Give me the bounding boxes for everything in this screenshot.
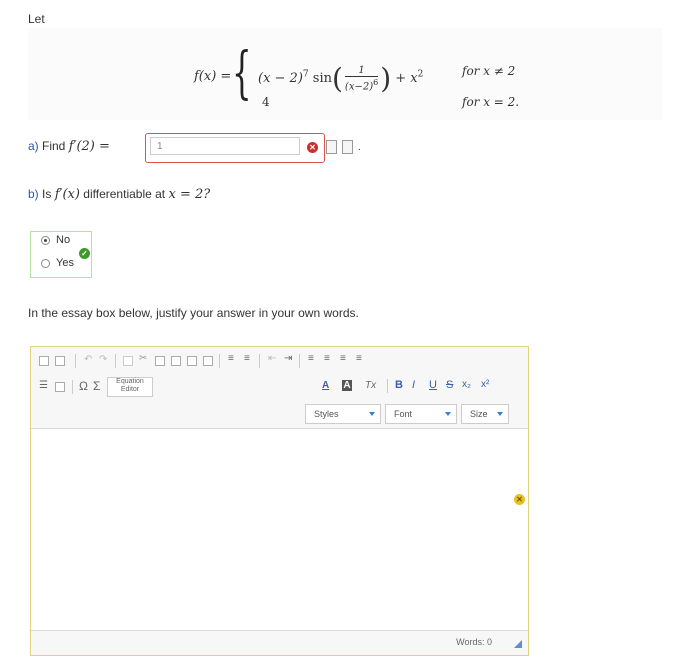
question-b-expression-2: x = 2? xyxy=(168,187,211,202)
intro-text: Let xyxy=(28,12,45,26)
case1-tail-exponent: 2 xyxy=(417,69,424,80)
special-character-icon[interactable]: Ω xyxy=(79,379,88,393)
question-b: b) Is f′(x) differentiable at x = 2? xyxy=(28,187,210,202)
toolbar-separator xyxy=(219,354,220,368)
right-paren: ) xyxy=(380,62,392,95)
fraction: 1 (x−2)6 xyxy=(344,65,379,92)
radio-yes[interactable] xyxy=(41,259,50,268)
horizontal-rule-icon[interactable]: ☰ xyxy=(39,380,48,391)
maximize-icon[interactable] xyxy=(55,356,65,366)
function-case-1: (x − 2)7 sin(1 (x−2)6) + x2 xyxy=(258,62,423,95)
case1-base: (x − 2) xyxy=(258,71,303,86)
denominator-exponent: 6 xyxy=(373,77,379,87)
case1-tail: + x xyxy=(395,71,418,86)
font-dropdown-label: Font xyxy=(394,409,413,419)
bulleted-list-icon[interactable]: ≡ xyxy=(244,353,250,364)
italic-button[interactable]: I xyxy=(412,379,415,391)
word-count: Words: 0 xyxy=(456,637,492,647)
essay-text-area[interactable] xyxy=(31,430,528,630)
question-a: a) Find f′(2) = xyxy=(28,139,110,154)
styles-dropdown[interactable]: Styles xyxy=(305,404,381,424)
sin-label: sin xyxy=(312,71,332,86)
paste-word-icon[interactable] xyxy=(187,356,197,366)
answer-a-trailing: . xyxy=(358,142,361,153)
font-dropdown[interactable]: Font xyxy=(385,404,457,424)
copy-icon[interactable] xyxy=(155,356,165,366)
denominator-base: (x−2) xyxy=(344,81,374,93)
function-case-2-condition: for x = 2. xyxy=(462,95,520,109)
question-a-label: a) xyxy=(28,139,39,153)
essay-prompt: In the essay box below, justify your ans… xyxy=(28,306,359,320)
equation-editor-button[interactable]: Equation Editor xyxy=(107,377,153,397)
function-case-2-value: 4 xyxy=(262,95,270,109)
align-justify-icon[interactable]: ≡ xyxy=(356,353,362,364)
chevron-down-icon xyxy=(445,412,451,416)
numbered-list-icon[interactable]: ≡ xyxy=(228,353,234,364)
align-right-icon[interactable]: ≡ xyxy=(340,353,346,364)
editor-status-bar: Words: 0 xyxy=(31,630,528,655)
toolbar-separator xyxy=(299,354,300,368)
find-icon[interactable] xyxy=(203,356,213,366)
sigma-icon[interactable]: Σ xyxy=(93,379,100,393)
source-icon[interactable] xyxy=(39,356,49,366)
function-lhs: f(x) = xyxy=(194,69,232,84)
equation-editor-label-2: Editor xyxy=(120,386,140,393)
toolbar-separator xyxy=(72,380,73,394)
background-color-button[interactable]: A xyxy=(342,380,352,391)
fraction-denominator: (x−2)6 xyxy=(345,77,378,92)
cut-icon[interactable]: ✂ xyxy=(139,353,147,364)
correct-icon: ✓ xyxy=(79,248,90,259)
outdent-icon[interactable]: ⇤ xyxy=(268,353,276,364)
paste-text-icon[interactable] xyxy=(171,356,181,366)
fraction-numerator: 1 xyxy=(344,65,379,77)
equation-editor-label-1: Equation xyxy=(116,378,144,385)
warning-icon: ✕ xyxy=(514,494,525,505)
piecewise-brace: { xyxy=(232,41,252,106)
align-center-icon[interactable]: ≡ xyxy=(324,353,330,364)
incorrect-icon: ✕ xyxy=(307,142,318,153)
size-dropdown-label: Size xyxy=(470,409,488,419)
undo-icon[interactable]: ↶ xyxy=(84,354,92,365)
text-color-button[interactable]: A xyxy=(322,380,329,391)
equation-preview-icon[interactable] xyxy=(326,140,337,154)
paste-icon[interactable] xyxy=(123,356,133,366)
subscript-button[interactable]: x₂ xyxy=(462,379,471,390)
styles-dropdown-label: Styles xyxy=(314,409,339,419)
editor-toolbar: ↶ ↷ ✂ ≡ ≡ ⇤ ⇥ ≡ ≡ ≡ ≡ ☰ Ω Σ Equation Edi… xyxy=(31,347,528,429)
toolbar-separator xyxy=(387,379,388,393)
chevron-down-icon xyxy=(497,412,503,416)
toolbar-separator xyxy=(259,354,260,368)
case1-exponent: 7 xyxy=(302,69,309,80)
table-icon[interactable] xyxy=(55,382,65,392)
question-b-text-2: differentiable at xyxy=(83,187,166,201)
remove-format-button[interactable]: Tx xyxy=(365,380,376,391)
function-case-1-condition: for x ≠ 2 xyxy=(462,64,516,78)
align-left-icon[interactable]: ≡ xyxy=(308,353,314,364)
chevron-down-icon xyxy=(369,412,375,416)
resize-handle-icon[interactable] xyxy=(514,640,522,648)
question-a-text: Find xyxy=(42,139,66,153)
question-b-text: Is xyxy=(42,187,52,201)
question-b-label: b) xyxy=(28,187,39,201)
indent-icon[interactable]: ⇥ xyxy=(284,353,292,364)
radio-no-label[interactable]: No xyxy=(56,234,70,246)
redo-icon[interactable]: ↷ xyxy=(99,354,107,365)
size-dropdown[interactable]: Size xyxy=(461,404,509,424)
toolbar-separator xyxy=(115,354,116,368)
strikethrough-button[interactable]: S xyxy=(446,379,453,391)
answer-a-input[interactable] xyxy=(150,137,300,155)
toolbar-separator xyxy=(75,354,76,368)
radio-no[interactable] xyxy=(41,236,50,245)
question-a-expression: f′(2) = xyxy=(68,139,110,154)
question-b-expression: f′(x) xyxy=(54,187,80,202)
left-paren: ( xyxy=(331,62,343,95)
radio-yes-label[interactable]: Yes xyxy=(56,257,74,269)
superscript-button[interactable]: x² xyxy=(481,379,489,390)
underline-button[interactable]: U xyxy=(429,379,437,391)
document-icon[interactable] xyxy=(342,140,353,154)
bold-button[interactable]: B xyxy=(395,379,403,391)
